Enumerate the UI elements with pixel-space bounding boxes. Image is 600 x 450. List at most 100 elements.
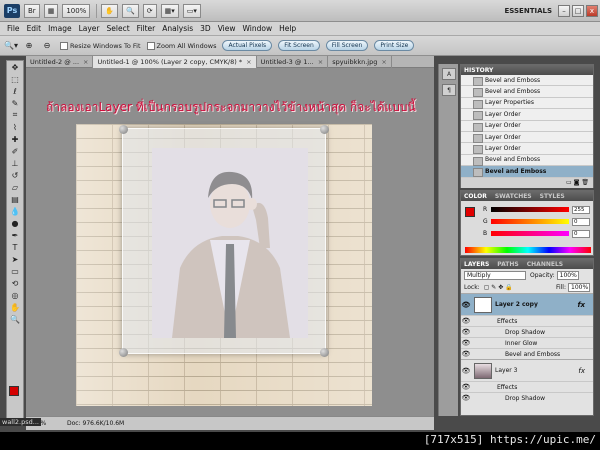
zoom-tool-preset-icon[interactable]: 🔍▾ [4, 39, 18, 53]
gradient-tool-icon[interactable]: ▤ [7, 193, 23, 205]
foreground-color-swatch[interactable] [9, 386, 19, 396]
character-panel-icon[interactable]: A [442, 68, 456, 80]
layer-name[interactable]: Layer 2 copy [495, 301, 538, 308]
document-canvas[interactable]: ถ้าลองเอาLayer ที่เป็นกรอบรูปกระจกมาวางไ… [26, 68, 434, 416]
arrange-documents-icon[interactable]: ▦▾ [160, 3, 179, 18]
history-item[interactable]: Bevel and Emboss [461, 86, 593, 98]
eye-icon[interactable]: 👁 [461, 367, 471, 375]
menu-edit[interactable]: Edit [27, 24, 42, 33]
pen-tool-icon[interactable]: ✒ [7, 229, 23, 241]
history-brush-tool-icon[interactable]: ↺ [7, 169, 23, 181]
layer-effects-row[interactable]: 👁 Effects [461, 381, 593, 392]
screen-mode-icon[interactable]: ▭▾ [182, 3, 201, 18]
zoom-in-icon[interactable]: ⊕ [22, 39, 36, 53]
menu-image[interactable]: Image [48, 24, 72, 33]
hand-tool-icon[interactable]: ✋ [7, 301, 23, 313]
menu-help[interactable]: Help [279, 24, 296, 33]
bridge-button[interactable]: Br [24, 3, 40, 18]
lasso-tool-icon[interactable]: ℓ [7, 85, 23, 97]
zoom-tool-icon[interactable]: 🔍 [122, 3, 139, 18]
eye-icon[interactable]: 👁 [461, 317, 471, 325]
tab-untitled-1[interactable]: Untitled-1 @ 100% (Layer 2 copy, CMYK/8)… [93, 56, 257, 68]
layer-name[interactable]: Layer 3 [495, 367, 517, 374]
fit-screen-button[interactable]: Fit Screen [278, 40, 320, 51]
close-icon[interactable]: × [246, 58, 251, 66]
blue-value-input[interactable]: 0 [572, 229, 590, 238]
move-tool-icon[interactable]: ✥ [7, 61, 23, 73]
blue-gradient-bar[interactable] [491, 231, 569, 236]
menu-3d[interactable]: 3D [200, 24, 211, 33]
menu-select[interactable]: Select [107, 24, 130, 33]
green-gradient-bar[interactable] [491, 219, 569, 224]
shape-tool-icon[interactable]: ▭ [7, 265, 23, 277]
color-spectrum-ramp[interactable] [465, 247, 591, 253]
effect-row[interactable]: 👁 Drop Shadow [461, 392, 593, 403]
quick-selection-tool-icon[interactable]: ✎ [7, 97, 23, 109]
eraser-tool-icon[interactable]: ▱ [7, 181, 23, 193]
eye-icon[interactable]: 👁 [461, 339, 471, 347]
effect-row[interactable]: 👁 Drop Shadow [461, 326, 593, 337]
layer-effects-row[interactable]: 👁 Effects [461, 315, 593, 326]
paragraph-panel-icon[interactable]: ¶ [442, 84, 456, 96]
view-extras-button[interactable]: ▦ [43, 3, 59, 18]
3d-rotate-tool-icon[interactable]: ⟲ [7, 277, 23, 289]
close-button[interactable]: x [586, 4, 598, 17]
blend-mode-select[interactable]: Multiply [464, 270, 526, 280]
eye-icon[interactable]: 👁 [461, 383, 471, 391]
menu-layer[interactable]: Layer [79, 24, 100, 33]
dodge-tool-icon[interactable]: ● [7, 217, 23, 229]
menu-view[interactable]: View [218, 24, 236, 33]
blue-channel-slider[interactable]: B 0 [483, 229, 591, 238]
tab-swatches[interactable]: SWATCHES [495, 193, 532, 200]
new-document-icon[interactable]: ▭ [566, 179, 572, 186]
history-item[interactable]: Bevel and Emboss [461, 75, 593, 87]
rotate-view-icon[interactable]: ⟳ [142, 3, 157, 18]
crop-tool-icon[interactable]: ⌗ [7, 109, 23, 121]
close-icon[interactable]: × [318, 58, 323, 66]
type-tool-icon[interactable]: T [7, 241, 23, 253]
fill-input[interactable]: 100% [568, 282, 590, 292]
tab-untitled-2[interactable]: Untitled-2 @ ... × [26, 56, 94, 68]
tab-untitled-3[interactable]: Untitled-3 @ 1... × [257, 56, 329, 68]
brush-tool-icon[interactable]: ✐ [7, 145, 23, 157]
close-icon[interactable]: × [83, 58, 88, 66]
print-size-button[interactable]: Print Size [374, 40, 415, 51]
tab-channels[interactable]: CHANNELS [527, 261, 563, 268]
actual-pixels-button[interactable]: Actual Pixels [222, 40, 273, 51]
trash-icon[interactable]: 🗑 [581, 179, 589, 186]
red-channel-slider[interactable]: R 255 [483, 205, 591, 214]
history-item-selected[interactable]: Bevel and Emboss [461, 166, 593, 178]
menu-file[interactable]: File [7, 24, 20, 33]
menu-analysis[interactable]: Analysis [162, 24, 193, 33]
clone-stamp-tool-icon[interactable]: ⊥ [7, 157, 23, 169]
tab-history[interactable]: HISTORY [464, 67, 493, 74]
tab-layers[interactable]: LAYERS [464, 261, 489, 268]
resize-windows-checkbox[interactable]: Resize Windows To Fit [60, 41, 141, 50]
fx-icon[interactable]: fx [577, 301, 585, 309]
3d-orbit-tool-icon[interactable]: ◎ [7, 289, 23, 301]
tab-color[interactable]: COLOR [464, 193, 487, 200]
lock-icons[interactable]: ▢ ✎ ✥ 🔒 [484, 284, 513, 291]
tab-spyuibkkn[interactable]: spyuibkkn.jpg × [328, 56, 392, 68]
tab-styles[interactable]: STYLES [540, 193, 565, 200]
marquee-tool-icon[interactable]: ⬚ [7, 73, 23, 85]
minimized-document[interactable]: wall2.psd... [0, 418, 41, 426]
fill-screen-button[interactable]: Fill Screen [325, 40, 369, 51]
menu-filter[interactable]: Filter [137, 24, 156, 33]
eyedropper-tool-icon[interactable]: ⌇ [7, 121, 23, 133]
maximize-button[interactable]: □ [572, 4, 584, 17]
zoom-level-select[interactable]: 100% [62, 3, 91, 18]
workspace-switcher[interactable]: ESSENTIALS [505, 7, 553, 15]
history-item[interactable]: Layer Properties [461, 97, 593, 110]
zoom-all-windows-checkbox[interactable]: Zoom All Windows [146, 41, 216, 50]
path-selection-tool-icon[interactable]: ➤ [7, 253, 23, 265]
tab-paths[interactable]: PATHS [497, 261, 518, 268]
zoom-tool-icon[interactable]: 🔍 [7, 313, 23, 325]
layer-row-layer-3[interactable]: 👁 Layer 3 fx [461, 359, 593, 381]
green-channel-slider[interactable]: G 0 [483, 217, 591, 226]
hand-tool-icon[interactable]: ✋ [101, 3, 119, 18]
eye-icon[interactable]: 👁 [461, 301, 471, 309]
history-item[interactable]: Layer Order [461, 109, 593, 121]
effect-row[interactable]: 👁 Inner Glow [461, 337, 593, 348]
effect-row[interactable]: 👁 Bevel and Emboss [461, 348, 593, 359]
